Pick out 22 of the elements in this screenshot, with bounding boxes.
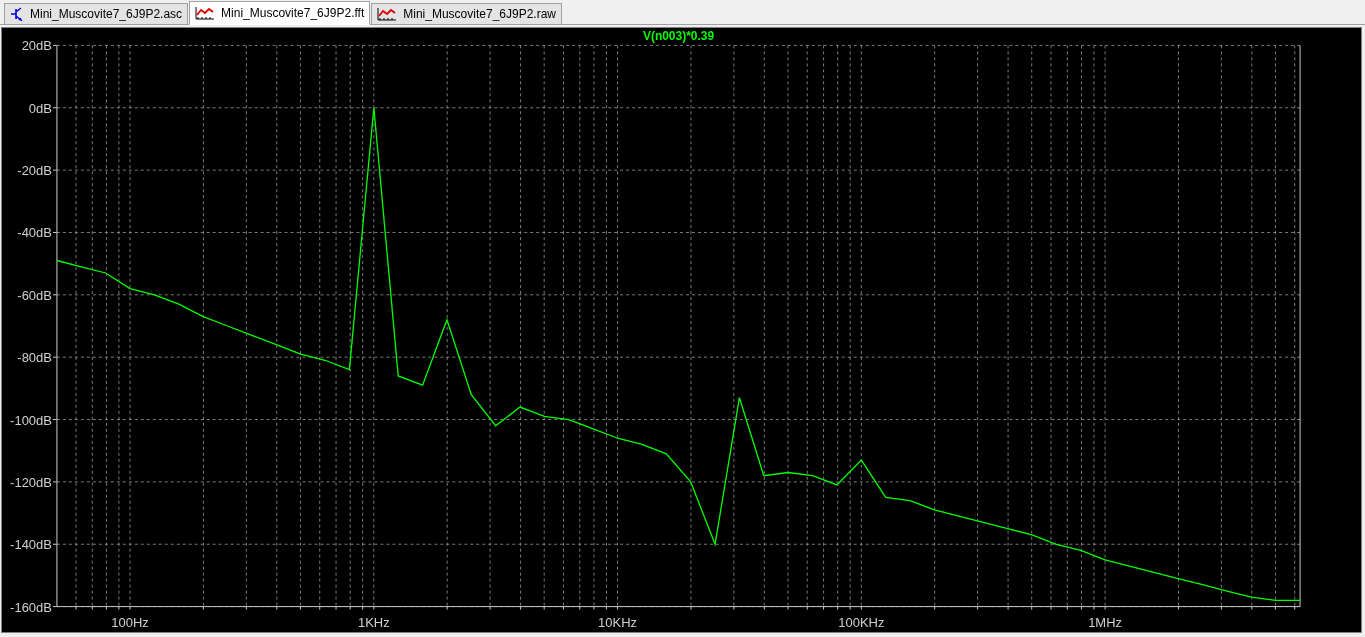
file-tab[interactable]: Mini_Muscovite7_6J9P2.raw <box>371 3 562 24</box>
axis-label: 1MHz <box>1088 614 1122 630</box>
axis-label: 20dB <box>21 38 52 54</box>
graph-icon <box>195 6 216 20</box>
file-tab[interactable]: Mini_Muscovite7_6J9P2.fft <box>189 1 371 25</box>
axis-label: -100dB <box>10 412 52 428</box>
axis-label: 0dB <box>28 100 52 116</box>
axis-label: -80dB <box>17 350 52 366</box>
axis-label: 1KHz <box>357 614 390 630</box>
axis-label: -40dB <box>17 225 52 241</box>
transistor-icon <box>10 7 24 21</box>
axis-label: 100KHz <box>838 614 885 630</box>
axis-label: -20dB <box>17 163 52 179</box>
axis-label: -160dB <box>10 599 52 615</box>
axis-label: 10KHz <box>598 614 638 630</box>
axis-label: 100Hz <box>111 614 149 630</box>
trace-label: V(n003)*0.39 <box>642 29 715 44</box>
graph-icon <box>377 7 398 21</box>
axis-label: -120dB <box>10 474 52 490</box>
file-tab[interactable]: Mini_Muscovite7_6J9P2.asc <box>4 3 189 24</box>
axis-label: -140dB <box>10 537 52 553</box>
axis-label: -60dB <box>17 287 52 303</box>
